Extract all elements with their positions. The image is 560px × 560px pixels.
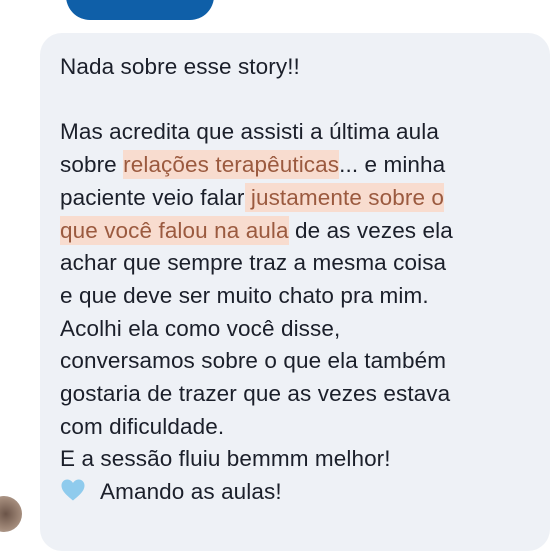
message-line: conversamos sobre o que ela também: [60, 348, 447, 374]
message-line: paciente veio falar justamente sobre o: [60, 182, 532, 215]
message-line: e que deve ser muito chato pra mim.: [60, 282, 429, 308]
avatar[interactable]: [0, 496, 22, 532]
heart-icon: [61, 479, 85, 501]
text-segment: de as vezes ela: [288, 217, 453, 243]
text-segment: paciente veio falar: [60, 184, 245, 210]
highlighted-text: que você falou na aula: [60, 215, 289, 245]
message-line: com dificuldade.: [60, 413, 225, 439]
message-line: que você falou na aula de as vezes ela: [60, 215, 532, 248]
previous-message-bubble[interactable]: [66, 0, 214, 20]
message-line: sobre relações terapêuticas... e minha: [60, 149, 532, 182]
text-segment: Amando as aulas!: [100, 479, 282, 505]
message-line: gostaria de trazer que as vezes estava: [60, 381, 451, 407]
highlighted-text: justamente sobre o: [244, 182, 445, 212]
message-bubble[interactable]: Nada sobre esse story!! Mas acredita que…: [40, 33, 550, 551]
message-line: Acolhi ela como você disse,: [60, 315, 341, 341]
message-line: E a sessão fluiu bemmm melhor!: [60, 446, 391, 472]
message-line: Mas acredita que assisti a última aula: [60, 119, 439, 145]
message-line: achar que sempre traz a mesma coisa: [60, 250, 447, 276]
text-segment: ... e minha: [339, 152, 446, 178]
text-segment: sobre: [60, 152, 124, 178]
message-line: Amando as aulas!: [60, 476, 532, 509]
chat-screen: Nada sobre esse story!! Mas acredita que…: [0, 0, 560, 560]
message-line: Nada sobre esse story!!: [60, 54, 300, 79]
highlighted-text: relações terapêuticas: [123, 150, 340, 180]
